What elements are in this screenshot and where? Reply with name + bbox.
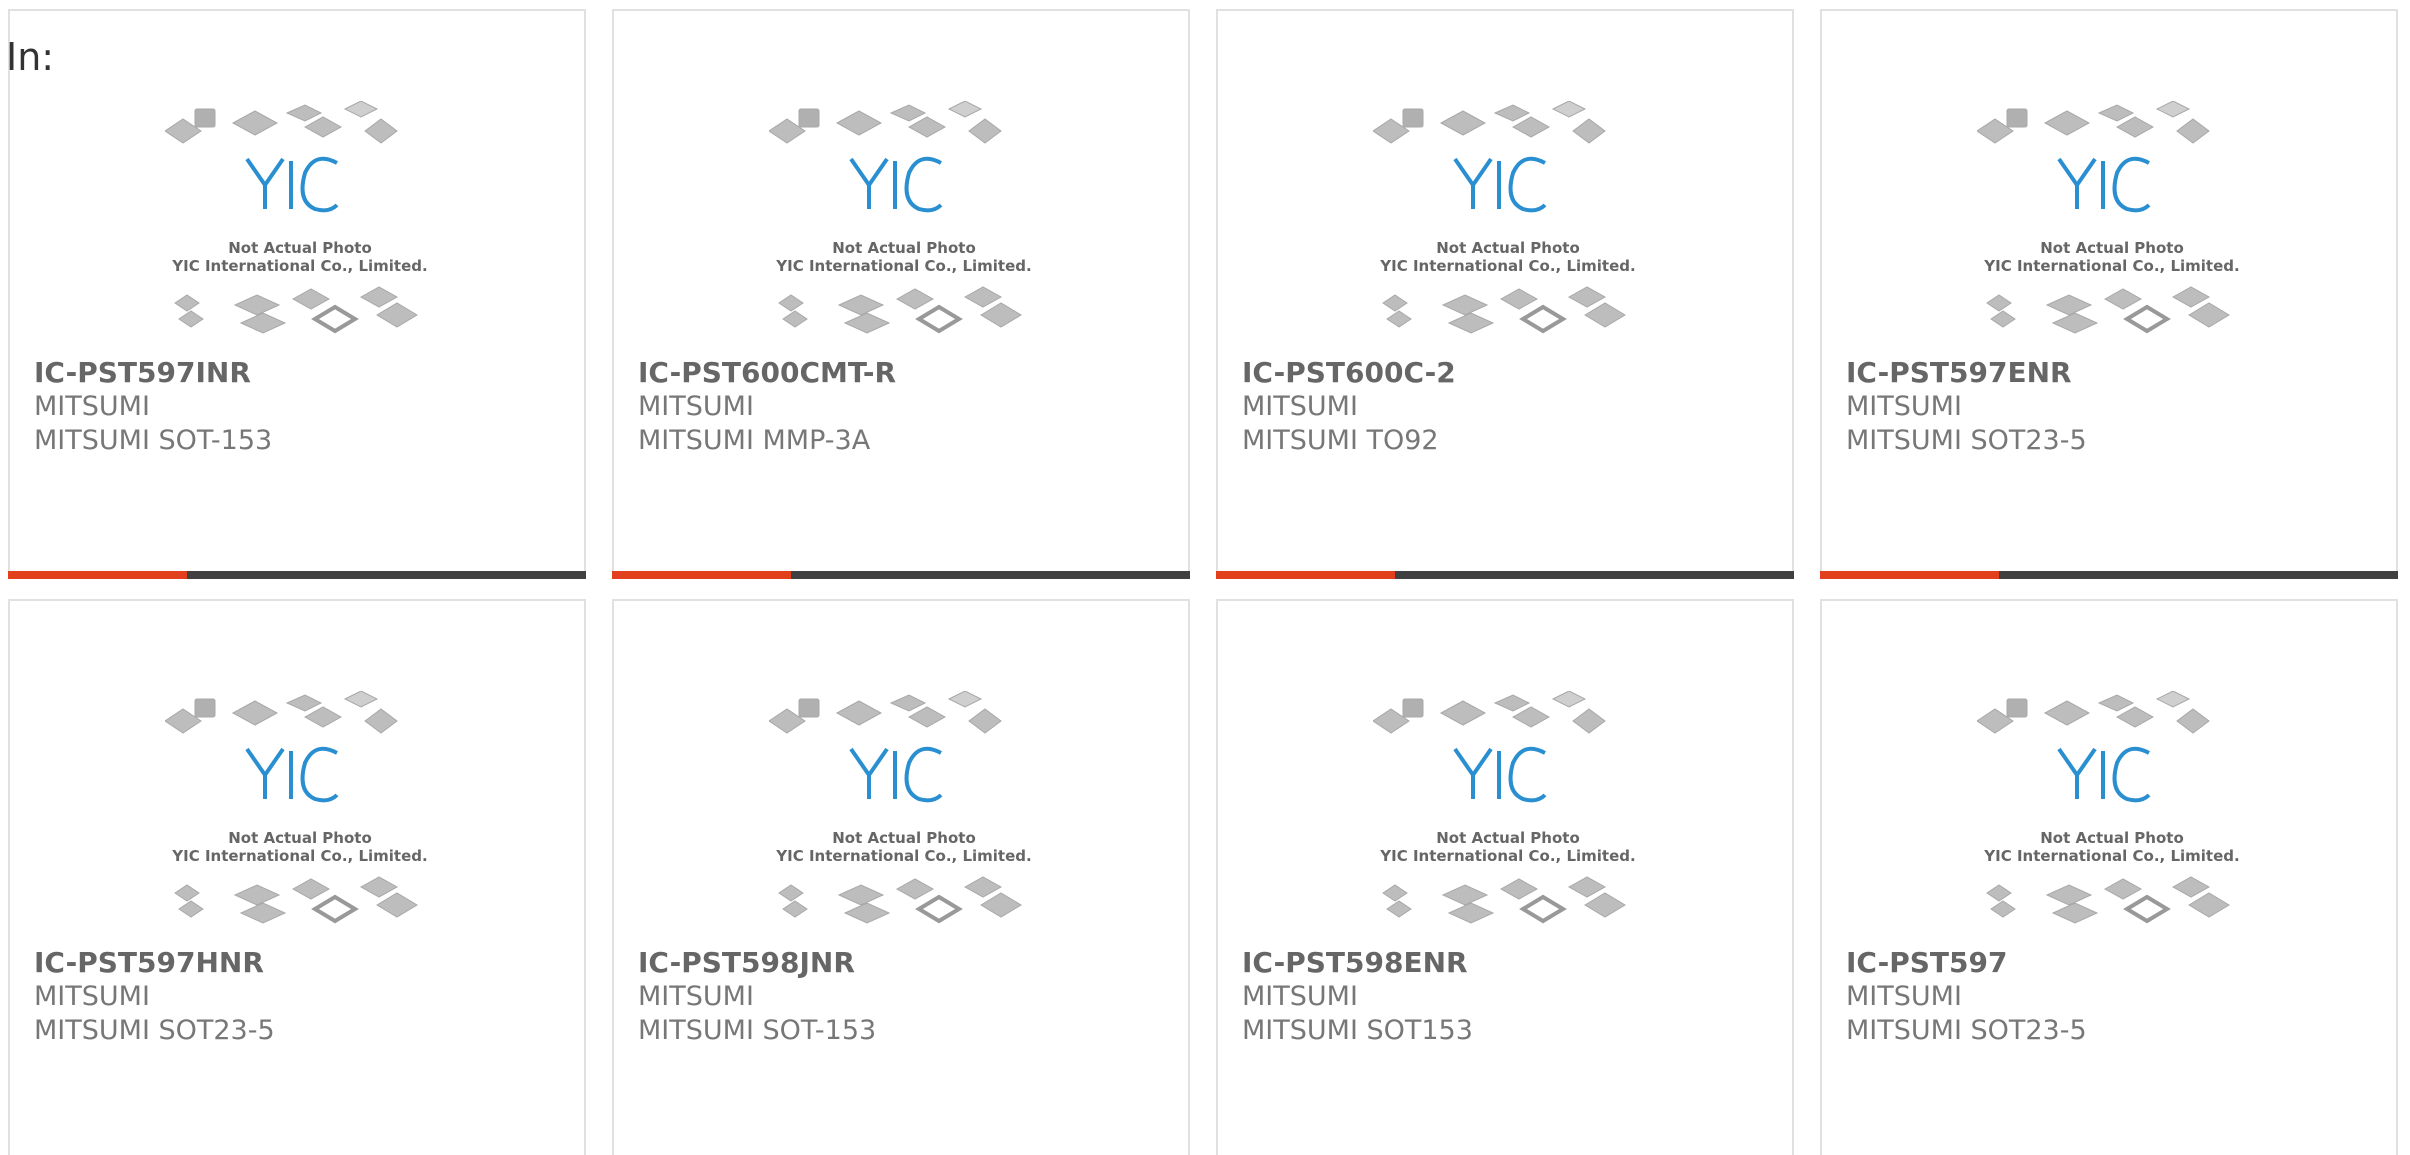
package-info: MITSUMI MMP-3A bbox=[638, 425, 871, 456]
svg-text:Not Actual Photo: Not Actual Photo bbox=[228, 829, 372, 847]
product-card[interactable]: Not Actual Photo YIC International Co., … bbox=[8, 9, 586, 579]
not-actual-photo-image: Not Actual Photo YIC International Co., … bbox=[1373, 691, 1636, 924]
brand-name: MITSUMI bbox=[638, 391, 754, 422]
card-progress-bar bbox=[1820, 571, 2398, 579]
svg-text:Not Actual Photo: Not Actual Photo bbox=[1436, 829, 1580, 847]
svg-text:YIC International Co., Limited: YIC International Co., Limited. bbox=[1379, 847, 1635, 865]
brand-name: MITSUMI bbox=[1846, 391, 1962, 422]
svg-text:YIC International Co., Limited: YIC International Co., Limited. bbox=[171, 257, 427, 275]
not-actual-photo-image: Not Actual Photo YIC International Co., … bbox=[1977, 101, 2240, 334]
product-info: IC-PST597HNR MITSUMI MITSUMI SOT23-5 bbox=[34, 946, 275, 1048]
brand-name: MITSUMI bbox=[1242, 391, 1358, 422]
package-info: MITSUMI SOT-153 bbox=[34, 425, 273, 456]
part-number[interactable]: IC-PST598JNR bbox=[638, 946, 876, 980]
not-actual-photo-image: Not Actual Photo YIC International Co., … bbox=[769, 691, 1032, 924]
package-info: MITSUMI SOT153 bbox=[1242, 1015, 1473, 1046]
svg-text:YIC International Co., Limited: YIC International Co., Limited. bbox=[1983, 847, 2239, 865]
card-progress-bar bbox=[1216, 571, 1794, 579]
product-info: IC-PST597ENR MITSUMI MITSUMI SOT23-5 bbox=[1846, 356, 2087, 458]
filter-label: In: bbox=[6, 35, 55, 79]
product-info: IC-PST598ENR MITSUMI MITSUMI SOT153 bbox=[1242, 946, 1473, 1048]
svg-text:Not Actual Photo: Not Actual Photo bbox=[2040, 829, 2184, 847]
part-number[interactable]: IC-PST597ENR bbox=[1846, 356, 2087, 390]
product-info: IC-PST598JNR MITSUMI MITSUMI SOT-153 bbox=[638, 946, 876, 1048]
product-card[interactable]: Not Actual Photo YIC International Co., … bbox=[8, 599, 586, 1155]
part-number[interactable]: IC-PST597INR bbox=[34, 356, 272, 390]
svg-text:Not Actual Photo: Not Actual Photo bbox=[228, 239, 372, 257]
product-card[interactable]: Not Actual Photo YIC International Co., … bbox=[1216, 9, 1794, 579]
package-info: MITSUMI SOT23-5 bbox=[1846, 425, 2087, 456]
part-number[interactable]: IC-PST600C-2 bbox=[1242, 356, 1456, 390]
svg-text:Not Actual Photo: Not Actual Photo bbox=[2040, 239, 2184, 257]
product-card[interactable]: Not Actual Photo YIC International Co., … bbox=[1820, 599, 2398, 1155]
product-info: IC-PST597INR MITSUMI MITSUMI SOT-153 bbox=[34, 356, 272, 458]
product-info: IC-PST597 MITSUMI MITSUMI SOT23-5 bbox=[1846, 946, 2087, 1048]
svg-text:Not Actual Photo: Not Actual Photo bbox=[832, 239, 976, 257]
svg-text:YIC International Co., Limited: YIC International Co., Limited. bbox=[1983, 257, 2239, 275]
product-card[interactable]: Not Actual Photo YIC International Co., … bbox=[1216, 599, 1794, 1155]
product-card[interactable]: Not Actual Photo YIC International Co., … bbox=[612, 599, 1190, 1155]
brand-name: MITSUMI bbox=[34, 981, 150, 1012]
not-actual-photo-image: Not Actual Photo YIC International Co., … bbox=[1977, 691, 2240, 924]
part-number[interactable]: IC-PST600CMT-R bbox=[638, 356, 896, 390]
not-actual-photo-image: Not Actual Photo YIC International Co., … bbox=[769, 101, 1032, 334]
svg-text:YIC International Co., Limited: YIC International Co., Limited. bbox=[775, 257, 1031, 275]
package-info: MITSUMI SOT23-5 bbox=[34, 1015, 275, 1046]
card-progress-bar bbox=[8, 571, 586, 579]
card-progress-bar bbox=[612, 571, 1190, 579]
brand-name: MITSUMI bbox=[1242, 981, 1358, 1012]
svg-text:YIC International Co., Limited: YIC International Co., Limited. bbox=[775, 847, 1031, 865]
not-actual-photo-image: Not Actual Photo YIC International Co., … bbox=[1373, 101, 1636, 334]
svg-text:Not Actual Photo: Not Actual Photo bbox=[1436, 239, 1580, 257]
brand-name: MITSUMI bbox=[638, 981, 754, 1012]
part-number[interactable]: IC-PST598ENR bbox=[1242, 946, 1473, 980]
package-info: MITSUMI TO92 bbox=[1242, 425, 1439, 456]
product-info: IC-PST600C-2 MITSUMI MITSUMI TO92 bbox=[1242, 356, 1456, 458]
card-progress-fill bbox=[8, 571, 188, 579]
svg-text:YIC International Co., Limited: YIC International Co., Limited. bbox=[1379, 257, 1635, 275]
brand-name: MITSUMI bbox=[1846, 981, 1962, 1012]
product-grid: Not Actual Photo YIC International Co., … bbox=[8, 9, 2402, 1155]
part-number[interactable]: IC-PST597 bbox=[1846, 946, 2087, 980]
part-number[interactable]: IC-PST597HNR bbox=[34, 946, 275, 980]
product-card[interactable]: Not Actual Photo YIC International Co., … bbox=[612, 9, 1190, 579]
product-info: IC-PST600CMT-R MITSUMI MITSUMI MMP-3A bbox=[638, 356, 896, 458]
brand-name: MITSUMI bbox=[34, 391, 150, 422]
card-progress-fill bbox=[612, 571, 792, 579]
card-progress-fill bbox=[1216, 571, 1396, 579]
not-actual-photo-image: Not Actual Photo YIC International Co., … bbox=[165, 101, 428, 334]
package-info: MITSUMI SOT23-5 bbox=[1846, 1015, 2087, 1046]
svg-text:Not Actual Photo: Not Actual Photo bbox=[832, 829, 976, 847]
not-actual-photo-image: Not Actual Photo YIC International Co., … bbox=[165, 691, 428, 924]
card-progress-fill bbox=[1820, 571, 2000, 579]
product-card[interactable]: Not Actual Photo YIC International Co., … bbox=[1820, 9, 2398, 579]
svg-text:YIC International Co., Limited: YIC International Co., Limited. bbox=[171, 847, 427, 865]
package-info: MITSUMI SOT-153 bbox=[638, 1015, 877, 1046]
product-list-page: In: Not Actual Photo YIC International C… bbox=[0, 0, 2410, 1155]
